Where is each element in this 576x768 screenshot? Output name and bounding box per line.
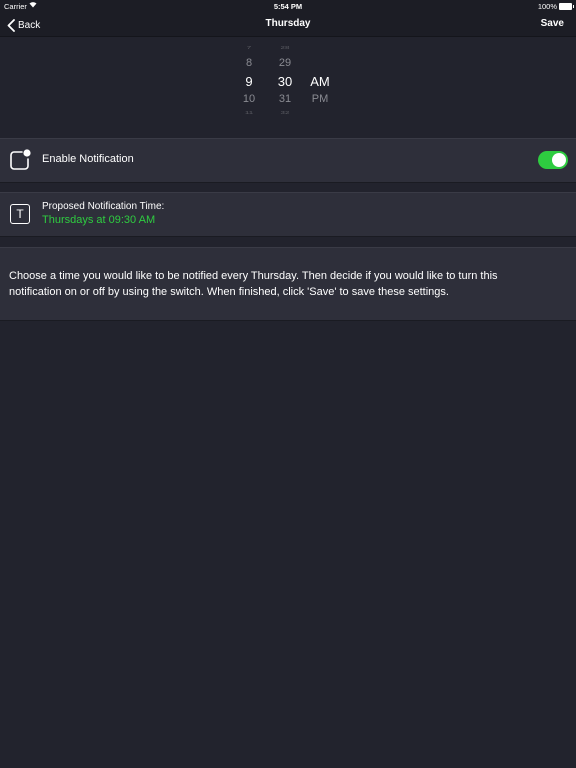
page-title: Thursday (265, 18, 311, 29)
text-t-icon: T (10, 204, 30, 224)
picker-item[interactable]: 28 (265, 45, 305, 50)
enable-notification-label: Enable Notification (42, 153, 134, 165)
instructions-panel: Choose a time you would like to be notif… (0, 247, 576, 321)
proposed-time-row: T Proposed Notification Time: Thursdays … (0, 192, 576, 237)
picker-item[interactable]: 29 (265, 57, 305, 69)
enable-notification-row: Enable Notification (0, 138, 576, 183)
picker-item-selected[interactable]: AM (300, 74, 340, 89)
picker-item[interactable]: 11 (229, 110, 269, 115)
toggle-knob (552, 153, 566, 167)
notification-toggle[interactable] (538, 151, 568, 169)
instructions-text: Choose a time you would like to be notif… (9, 270, 498, 298)
battery-percent: 100% (537, 2, 557, 11)
nav-bar: Back Thursday Save (0, 13, 576, 37)
picker-item[interactable]: 32 (265, 110, 305, 115)
picker-item[interactable]: 31 (265, 93, 305, 105)
picker-item[interactable]: PM (300, 93, 340, 105)
picker-item-selected[interactable]: 30 (265, 74, 305, 89)
battery-icon (559, 3, 574, 10)
proposed-time-label: Proposed Notification Time: (42, 201, 165, 212)
status-bar: Carrier 5:54 PM 100% (0, 0, 576, 13)
status-time: 5:54 PM (273, 2, 303, 11)
save-button[interactable]: Save (541, 18, 564, 29)
time-picker[interactable]: 7 8 9 10 11 28 29 30 31 32 AM PM (0, 37, 576, 121)
picker-item[interactable]: 7 (229, 45, 269, 50)
picker-item[interactable]: 8 (229, 57, 269, 69)
notification-badge-icon (10, 149, 31, 170)
picker-item-selected[interactable]: 9 (229, 74, 269, 89)
proposed-time-value: Thursdays at 09:30 AM (42, 214, 156, 226)
picker-item[interactable]: 10 (229, 93, 269, 105)
